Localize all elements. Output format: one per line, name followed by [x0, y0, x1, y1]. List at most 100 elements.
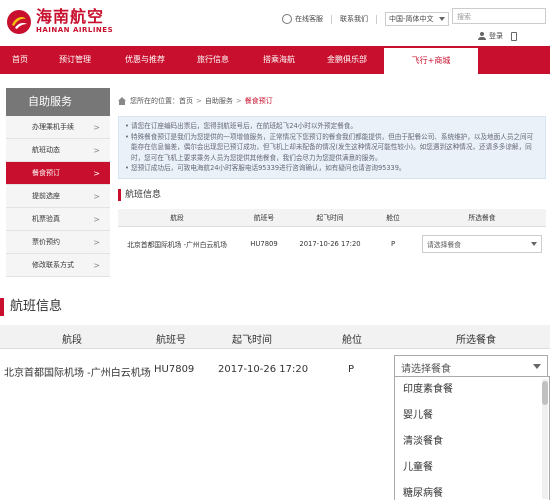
main-content: 您所在的位置： 首页 > 自助服务 > 餐食预订 请您在订座编码出票后，您得到航…: [118, 94, 546, 261]
meal-option[interactable]: 印度素食餐: [395, 377, 549, 403]
flight-no-cell: HU7809: [154, 364, 195, 375]
sidebar-item-seat-selection[interactable]: 提前选座 >: [6, 185, 110, 208]
notice-line: 请您在订座编码出票后，您得到航班号后，在航班起飞24小时以外预定餐食。: [125, 121, 539, 132]
flight-info-title-large: 航班信息: [0, 298, 62, 316]
chevron-right-icon: >: [93, 123, 100, 132]
table-header-row: 航段 航班号 起飞时间 舱位 所选餐食: [0, 325, 550, 349]
logo-cn-text: 海南航空: [36, 7, 105, 26]
flight-info-title: 航班信息: [118, 188, 546, 201]
hainan-logo[interactable]: 海南航空 HAINAN AIRLINES: [6, 8, 113, 35]
sidebar: 自助服务 办理乘机手续 > 航班动态 > 餐食预订 > 提前选座 > 机票验真 > 票价预…: [6, 88, 110, 277]
sidebar-item-label: 票价预约: [32, 238, 60, 246]
chevron-right-icon: >: [93, 169, 100, 178]
sidebar-item-ticket-verify[interactable]: 机票验真 >: [6, 208, 110, 231]
sidebar-item-edit-contact[interactable]: 修改联系方式 >: [6, 254, 110, 277]
col-header-meal: 所选餐食: [418, 208, 546, 227]
col-header-cabin: 舱位: [342, 335, 362, 346]
chevron-right-icon: >: [93, 261, 100, 270]
chevron-right-icon: >: [93, 215, 100, 224]
segment-cell: 北京首都国际机场 -广州白云机场: [4, 368, 151, 379]
meal-option[interactable]: 儿童餐: [395, 455, 549, 481]
meal-dropdown: 印度素食餐 婴儿餐 清淡餐食 儿童餐 糖尿病餐: [394, 376, 550, 500]
sidebar-item-meal-booking[interactable]: 餐食预订 >: [6, 162, 110, 185]
meal-option[interactable]: 清淡餐食: [395, 429, 549, 455]
departure-cell: 2017-10-26 17:20: [218, 364, 309, 375]
main-nav: 首页 预订管理 优惠与推荐 旅行信息 搭乘海航 金鹏俱乐部 飞行+商城: [0, 46, 550, 74]
sidebar-item-label: 机票验真: [32, 215, 60, 223]
sidebar-item-flight-status[interactable]: 航班动态 >: [6, 139, 110, 162]
flight-no-cell: HU7809: [250, 239, 278, 248]
sidebar-item-label: 提前选座: [32, 192, 60, 200]
meal-select-open[interactable]: 请选择餐食: [394, 355, 548, 377]
nav-fly-mall[interactable]: 飞行+商城: [384, 46, 478, 74]
notice-line: 您预订成功后，可致电海航24小时客服电话95339进行咨询确认，如有疑问也请咨询…: [125, 163, 539, 174]
meal-select-value: 请选择餐食: [427, 240, 461, 249]
segment-cell: 北京首都国际机场 -广州白云机场: [127, 240, 227, 249]
meal-select[interactable]: 请选择餐食: [422, 234, 542, 253]
meal-option[interactable]: 婴儿餐: [395, 403, 549, 429]
sidebar-item-label: 航班动态: [32, 146, 60, 154]
breadcrumb-self-service[interactable]: 自助服务: [205, 96, 233, 106]
hainan-logo-icon: [6, 9, 32, 35]
contact-us-link[interactable]: 联系我们: [340, 14, 368, 24]
breadcrumb-current: 餐食预订: [244, 97, 273, 105]
search-input[interactable]: 搜索: [452, 8, 546, 24]
chevron-right-icon: >: [93, 146, 100, 155]
cabin-cell: P: [390, 239, 396, 248]
language-value: 中国-简体中文: [389, 15, 434, 23]
nav-fortune-wings-club[interactable]: 金鹏俱乐部: [312, 46, 382, 74]
dropdown-scrollbar-thumb[interactable]: [542, 381, 548, 405]
sidebar-item-label: 修改联系方式: [32, 261, 74, 269]
zoomed-flight-info: 航班信息 航段 航班号 起飞时间 舱位 所选餐食 北京首都国际机场 -广州白云机…: [0, 289, 550, 500]
breadcrumb-prefix: 您所在的位置：: [130, 97, 179, 105]
nav-flying-hainan[interactable]: 搭乘海航: [246, 46, 312, 74]
breadcrumb-separator: >: [196, 97, 202, 105]
mobile-icon[interactable]: [511, 31, 517, 41]
sidebar-item-label: 办理乘机手续: [32, 123, 74, 131]
sidebar-item-label: 餐食预订: [32, 169, 60, 177]
nav-travel-info[interactable]: 旅行信息: [180, 46, 246, 74]
col-header-segment: 航段: [118, 208, 236, 227]
login-area: 登录: [478, 31, 520, 41]
sidebar-item-fare-reservation[interactable]: 票价预约 >: [6, 231, 110, 254]
meal-select-value: 请选择餐食: [401, 364, 451, 375]
logo-en-text: HAINAN AIRLINES: [36, 26, 114, 34]
chevron-down-icon: [531, 241, 537, 246]
sidebar-title: 自助服务: [6, 88, 110, 116]
site-header: 海南航空 HAINAN AIRLINES 在线客服 联系我们 中国-简体中文 搜…: [0, 0, 550, 46]
cabin-cell: P: [348, 364, 355, 375]
meal-option[interactable]: 糖尿病餐: [395, 481, 549, 500]
col-header-cabin: 舱位: [368, 208, 418, 227]
col-header-flight-no: 航班号: [156, 335, 186, 346]
divider: [376, 14, 377, 24]
col-header-departure: 起飞时间: [292, 208, 368, 227]
headset-icon: [282, 14, 292, 24]
col-header-flight-no: 航班号: [236, 208, 292, 227]
online-service-link[interactable]: 在线客服: [295, 14, 323, 24]
divider: [331, 14, 332, 24]
breadcrumb: 您所在的位置： 首页 > 自助服务 > 餐食预订: [118, 94, 546, 108]
nav-offers[interactable]: 优惠与推荐: [110, 46, 180, 74]
flight-table: 航段 航班号 起飞时间 舱位 所选餐食 北京首都国际机场 -广州白云机场 HU7…: [118, 208, 546, 261]
chevron-right-icon: >: [93, 238, 100, 247]
col-header-departure: 起飞时间: [232, 335, 272, 346]
breadcrumb-home[interactable]: 首页: [179, 96, 193, 106]
breadcrumb-separator: >: [235, 97, 242, 105]
chevron-down-icon: [439, 17, 445, 21]
nav-booking-management[interactable]: 预订管理: [40, 46, 110, 74]
home-icon: [118, 97, 126, 105]
notice-line: 特殊餐食预订是我们为您提供的一项增值服务，正常情况下您预订的餐食我们都能提供，但…: [125, 132, 539, 164]
table-row: 北京首都国际机场 -广州白云机场 HU7809 2017-10-26 17:20…: [118, 227, 546, 261]
user-icon: [478, 32, 486, 40]
notice-box: 请您在订座编码出票后，您得到航班号后，在航班起飞24小时以外预定餐食。 特殊餐食…: [118, 116, 546, 179]
chevron-down-icon: [533, 364, 541, 369]
login-link[interactable]: 登录: [489, 31, 503, 41]
language-select[interactable]: 中国-简体中文: [385, 12, 449, 26]
col-header-segment: 航段: [62, 335, 82, 346]
sidebar-item-check-in[interactable]: 办理乘机手续 >: [6, 116, 110, 139]
departure-cell: 2017-10-26 17:20: [299, 239, 361, 248]
nav-home[interactable]: 首页: [0, 46, 40, 74]
col-header-meal: 所选餐食: [456, 335, 496, 346]
meal-cell: 请选择餐食: [418, 227, 546, 261]
top-links: 在线客服 联系我们 中国-简体中文: [282, 12, 449, 26]
